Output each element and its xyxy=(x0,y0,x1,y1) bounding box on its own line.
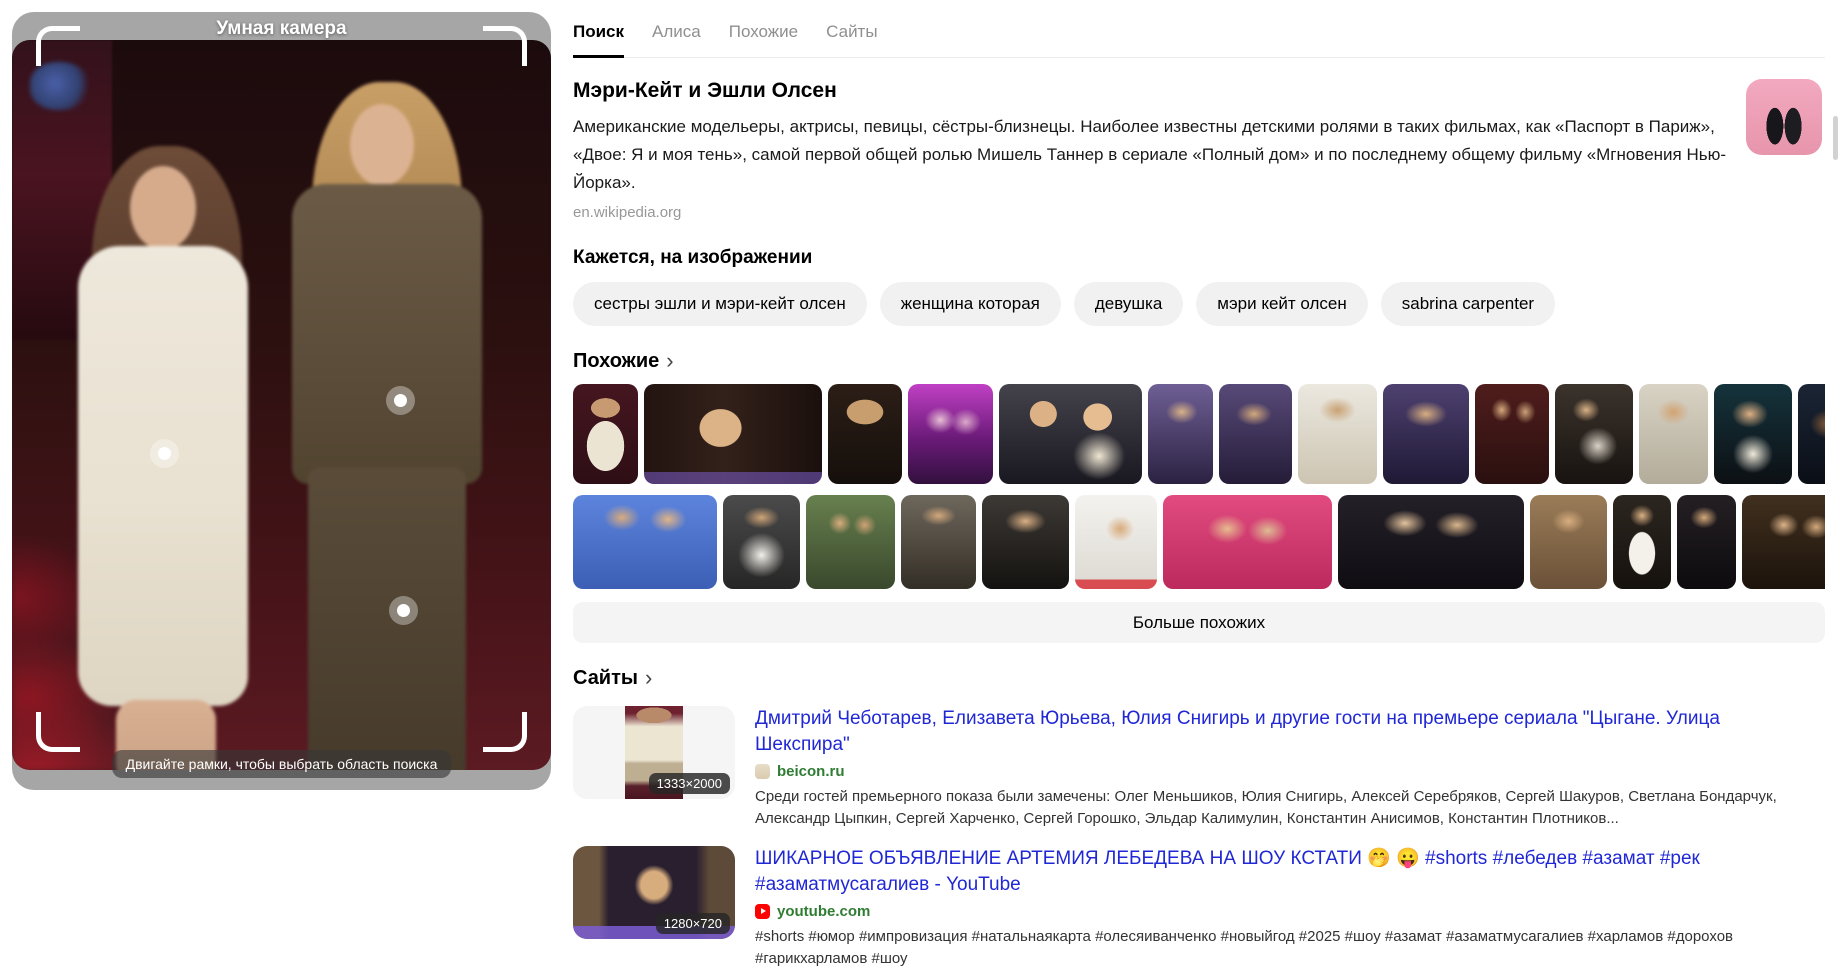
smart-camera-panel: Умная камера Двигайте рамки, чтобы выбра… xyxy=(12,12,551,790)
results-panel: Поиск Алиса Похожие Сайты Мэри-Кейт и Эшли … xyxy=(573,0,1825,967)
entity-thumbnail[interactable] xyxy=(1746,79,1822,155)
tab-Алиса[interactable]: Алиса xyxy=(652,22,701,57)
similar-image[interactable] xyxy=(1475,384,1549,484)
similar-image[interactable] xyxy=(573,495,717,589)
similar-images-row-1 xyxy=(573,384,1825,484)
sites-section: Сайты › 1333×2000 Дмитрий Чеботарев, Елиз… xyxy=(573,664,1825,970)
similar-image[interactable] xyxy=(908,384,993,484)
similar-image[interactable] xyxy=(806,495,895,589)
similar-image[interactable] xyxy=(1338,495,1524,589)
camera-photo[interactable] xyxy=(12,40,551,770)
result-domain-row: youtube.com xyxy=(755,903,1825,920)
image-size-badge: 1280×720 xyxy=(655,913,730,934)
poster-figure xyxy=(30,62,92,110)
similar-image[interactable] xyxy=(723,495,800,589)
similar-image[interactable] xyxy=(1555,384,1633,484)
similar-image[interactable] xyxy=(999,384,1142,484)
result-title-link[interactable]: Дмитрий Чеботарев, Елизавета Юрьева, Юли… xyxy=(755,706,1815,758)
similar-image[interactable] xyxy=(1163,495,1332,589)
image-size-badge: 1333×2000 xyxy=(648,773,730,794)
scrollbar-thumb[interactable] xyxy=(1833,116,1838,160)
selection-corner-bottom-right[interactable] xyxy=(483,712,527,752)
result-title-link[interactable]: ШИКАРНОЕ ОБЪЯВЛЕНИЕ АРТЕМИЯ ЛЕБЕДЕВА НА … xyxy=(755,846,1815,898)
guesses-heading: Кажется, на изображении xyxy=(573,247,813,268)
chevron-right-icon: › xyxy=(644,664,653,690)
tab-Сайты[interactable]: Сайты xyxy=(826,22,877,57)
youtube-favicon xyxy=(755,904,770,919)
result-snippet: #shorts #юмор #импровизация #натальнаяка… xyxy=(755,928,1734,967)
result-domain-text[interactable]: youtube.com xyxy=(777,903,870,920)
object-marker-2[interactable] xyxy=(394,394,407,407)
result-body: ШИКАРНОЕ ОБЪЯВЛЕНИЕ АРТЕМИЯ ЛЕБЕДЕВА НА … xyxy=(755,846,1825,970)
sites-heading-label: Сайты xyxy=(573,667,638,689)
tab-Поиск[interactable]: Поиск xyxy=(573,22,625,58)
guess-chips-row: сестры эшли и мэри-кейт олсен женщина кот… xyxy=(573,282,1825,326)
tab-bar: Поиск Алиса Похожие Сайты xyxy=(573,0,1825,58)
object-marker-3[interactable] xyxy=(397,604,410,617)
guess-chip[interactable]: мэри кейт олсен xyxy=(1196,282,1368,326)
camera-panel-title: Умная камера xyxy=(216,18,347,39)
similar-image[interactable] xyxy=(828,384,902,484)
similar-image[interactable] xyxy=(1530,495,1607,589)
tab-Похожие[interactable]: Похожие xyxy=(729,22,798,57)
guess-chip[interactable]: девушка xyxy=(1073,282,1184,326)
camera-hint: Двигайте рамки, чтобы выбрать область по… xyxy=(111,750,452,778)
site-result: 1280×720 ШИКАРНОЕ ОБЪЯВЛЕНИЕ АРТЕМИЯ ЛЕБЕ… xyxy=(573,846,1825,970)
similar-image[interactable] xyxy=(982,495,1069,589)
entity-source-url[interactable]: en.wikipedia.org xyxy=(573,204,1825,221)
similar-image[interactable] xyxy=(1298,384,1377,484)
object-marker-1[interactable] xyxy=(158,447,171,460)
selection-corner-bottom-left[interactable] xyxy=(36,712,80,752)
similar-heading-label: Похожие xyxy=(573,350,660,372)
guess-chip[interactable]: sabrina carpenter xyxy=(1380,282,1556,326)
more-similar-button[interactable]: Больше похожих xyxy=(573,602,1825,643)
similar-image[interactable] xyxy=(573,384,638,484)
similar-images-row-2 xyxy=(573,495,1825,589)
similar-image[interactable] xyxy=(1714,384,1792,484)
site-result: 1333×2000 Дмитрий Чеботарев, Елизавета Юр… xyxy=(573,706,1825,830)
result-thumbnail[interactable]: 1280×720 xyxy=(573,846,735,939)
similar-image[interactable] xyxy=(1798,384,1825,484)
guess-chip[interactable]: женщина которая xyxy=(879,282,1061,326)
sites-heading-link[interactable]: Сайты › xyxy=(573,664,653,690)
result-domain-text[interactable]: beicon.ru xyxy=(777,763,845,780)
chevron-right-icon: › xyxy=(666,347,674,373)
similar-image[interactable] xyxy=(1383,384,1469,484)
woman-left-figure xyxy=(64,146,279,770)
result-thumbnail[interactable]: 1333×2000 xyxy=(573,706,735,799)
result-snippet: Среди гостей премьерного показа были зам… xyxy=(755,788,1777,827)
similar-image[interactable] xyxy=(1219,384,1292,484)
similar-image[interactable] xyxy=(644,384,822,484)
similar-heading-link[interactable]: Похожие › xyxy=(573,347,674,373)
similar-image[interactable] xyxy=(1613,495,1671,589)
similar-image[interactable] xyxy=(1742,495,1825,589)
guess-chip[interactable]: сестры эшли и мэри-кейт олсен xyxy=(573,282,867,326)
similar-image[interactable] xyxy=(1677,495,1736,589)
similar-image[interactable] xyxy=(1075,495,1157,589)
woman-right-figure xyxy=(274,82,504,770)
beicon-favicon xyxy=(755,764,770,779)
result-body: Дмитрий Чеботарев, Елизавета Юрьева, Юли… xyxy=(755,706,1825,830)
entity-title: Мэри-Кейт и Эшли Олсен xyxy=(573,79,837,102)
entity-card: Мэри-Кейт и Эшли Олсен Американские моде… xyxy=(573,79,1825,221)
result-domain-row: beicon.ru xyxy=(755,763,1825,780)
similar-image[interactable] xyxy=(901,495,976,589)
entity-description: Американские модельеры, актрисы, певицы,… xyxy=(573,117,1727,192)
similar-image[interactable] xyxy=(1639,384,1708,484)
similar-image[interactable] xyxy=(1148,384,1213,484)
